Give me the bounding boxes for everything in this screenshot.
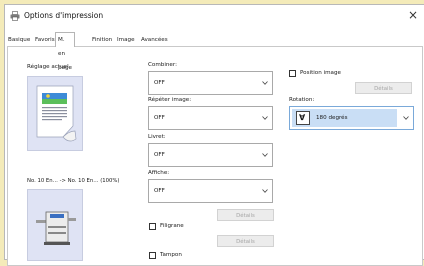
rotation-select[interactable]: ∀ 180 degrés bbox=[289, 106, 414, 130]
repeat-image-value: OFF bbox=[154, 115, 165, 121]
rotation-180-icon: ∀ bbox=[296, 111, 310, 125]
poster-select[interactable]: OFF bbox=[148, 179, 273, 203]
stamp-checkbox[interactable] bbox=[149, 252, 156, 259]
tab-finition[interactable]: Finition bbox=[90, 34, 114, 46]
repeat-image-select[interactable]: OFF bbox=[148, 106, 273, 130]
rotation-label: Rotation: bbox=[289, 97, 315, 103]
booklet-label: Livret: bbox=[148, 134, 166, 140]
watermark-label: Filigrane bbox=[160, 223, 184, 229]
watermark-details-button[interactable]: Détails bbox=[217, 235, 274, 247]
image-position-details-button[interactable]: Détails bbox=[355, 82, 412, 94]
booklet-value: OFF bbox=[154, 152, 165, 158]
repeat-image-label: Répéter image: bbox=[148, 97, 192, 103]
print-options-window: Options d'impression × Basique Favoris M… bbox=[4, 4, 424, 266]
paper-size-info: No. 10 En… -> No. 10 En… (100%) bbox=[27, 178, 120, 184]
tab-favoris[interactable]: Favoris bbox=[33, 34, 57, 46]
chevron-down-icon bbox=[262, 116, 268, 120]
image-position-label: Position image bbox=[300, 70, 341, 76]
title-bar: Options d'impression × bbox=[5, 5, 424, 27]
image-position-checkbox[interactable] bbox=[289, 70, 296, 77]
combine-value: OFF bbox=[154, 80, 165, 86]
chevron-down-icon bbox=[262, 81, 268, 85]
chevron-down-icon bbox=[403, 116, 409, 120]
poster-label: Affiche: bbox=[148, 170, 170, 176]
rotation-value: 180 degrés bbox=[316, 115, 348, 121]
booklet-select[interactable]: OFF bbox=[148, 143, 273, 167]
printer-device-icon bbox=[36, 211, 76, 245]
printer-preview bbox=[27, 189, 83, 261]
chevron-down-icon bbox=[262, 153, 268, 157]
tab-image[interactable]: Image bbox=[115, 34, 137, 46]
close-button[interactable]: × bbox=[408, 8, 418, 22]
poster-value: OFF bbox=[154, 188, 165, 194]
combine-select[interactable]: OFF bbox=[148, 71, 273, 95]
stamp-label: Tampon bbox=[160, 252, 182, 258]
tab-mise-en-page[interactable]: M. en page bbox=[55, 32, 75, 71]
poster-details-button[interactable]: Détails bbox=[217, 209, 274, 221]
document-preview-icon bbox=[36, 85, 77, 142]
printer-icon bbox=[10, 11, 20, 21]
page-preview bbox=[27, 76, 83, 151]
chevron-down-icon bbox=[262, 189, 268, 193]
tab-avancees[interactable]: Avancées bbox=[139, 34, 170, 46]
tab-basique[interactable]: Basique bbox=[6, 34, 32, 46]
watermark-checkbox[interactable] bbox=[149, 223, 156, 230]
combine-label: Combiner: bbox=[148, 62, 177, 68]
window-title: Options d'impression bbox=[24, 11, 104, 20]
